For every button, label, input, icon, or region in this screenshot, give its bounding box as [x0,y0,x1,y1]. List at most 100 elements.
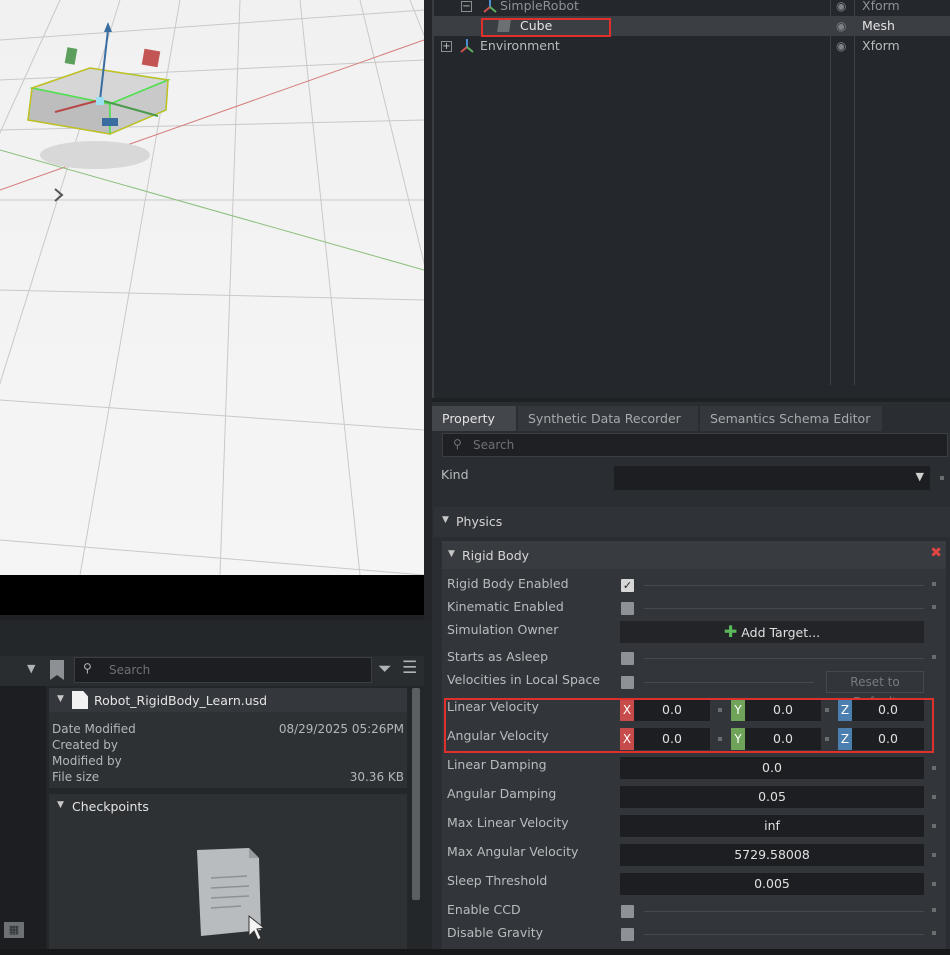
reset-dot[interactable] [932,582,936,586]
tab-synthetic-data-recorder[interactable]: Synthetic Data Recorder [518,406,698,431]
search-icon: ⚲ [83,661,92,675]
collapse-triangle-icon: ▼ [442,515,449,525]
starts-asleep-checkbox[interactable] [621,652,634,665]
bookmark-icon[interactable] [50,660,64,680]
disable-gravity-label: Disable Gravity [447,925,543,940]
add-target-label: Add Target... [741,625,821,640]
column-separator [854,0,855,385]
kinematic-enabled-checkbox[interactable] [621,602,634,615]
reset-dot[interactable] [932,908,936,912]
stage-row-environment[interactable]: + Environment ◉ Xform [434,36,950,56]
collapse-icon[interactable]: − [461,1,472,12]
divider-line [644,608,924,609]
viewport-bottom-bar [0,575,424,615]
checkpoints-header[interactable]: ▼ Checkpoints [49,794,407,818]
add-target-button[interactable]: ✚ Add Target... [620,621,924,643]
stage-row-simplerobot[interactable]: − SimpleRobot ◉ Xform [434,0,950,16]
stage-item-type: Mesh [862,18,895,33]
created-by-label: Created by [52,738,119,752]
velocities-local-label: Velocities in Local Space [447,672,601,687]
simulation-owner-label: Simulation Owner [447,622,559,637]
reset-dot[interactable] [932,824,936,828]
reset-dot[interactable] [932,931,936,935]
stage-panel: − SimpleRobot ◉ Xform Cube ◉ Mesh + Envi… [432,0,950,398]
collapse-triangle-icon: ▼ [448,549,455,559]
filter-icon[interactable]: ⏷ [378,659,392,679]
tab-property[interactable]: Property [432,406,516,431]
file-header[interactable]: ▼ Robot_RigidBody_Learn.usd [49,688,407,712]
date-modified-row: Date Modified 08/29/2025 05:26PM [52,722,404,736]
visibility-eye-icon[interactable]: ◉ [836,0,850,13]
max-angular-velocity-field[interactable]: 5729.58008 [620,844,924,866]
disable-gravity-checkbox[interactable] [621,928,634,941]
checkpoints-label: Checkpoints [72,799,149,814]
velocities-local-checkbox[interactable] [621,676,634,689]
sleep-threshold-field[interactable]: 0.005 [620,873,924,895]
reset-dot[interactable] [932,655,936,659]
panel-divider[interactable] [424,0,432,620]
file-icon [72,691,88,709]
plus-icon: ✚ [723,622,738,641]
enable-ccd-checkbox[interactable] [621,905,634,918]
reset-to-default-button[interactable]: Reset to Default [826,671,924,709]
visibility-eye-icon[interactable]: ◉ [836,19,850,33]
physics-label: Physics [456,514,503,529]
reset-dot[interactable] [932,853,936,857]
column-separator [830,0,831,385]
stage-item-type: Xform [862,0,900,13]
xform-icon [460,39,474,53]
reset-dot[interactable] [932,766,936,770]
reset-dot[interactable] [940,476,944,480]
visibility-eye-icon[interactable]: ◉ [836,39,850,53]
rigid-body-header[interactable]: ▼ Rigid Body ✖ [442,541,946,569]
created-by-row: Created by [52,738,404,752]
linear-damping-field[interactable]: 0.0 [620,757,924,779]
rigid-body-enabled-checkbox[interactable]: ✓ [621,579,634,592]
collapse-triangle-icon: ▼ [57,800,64,810]
tab-semantics-schema-editor[interactable]: Semantics Schema Editor [700,406,882,431]
file-size-row: File size 30.36 KB [52,770,404,784]
kinematic-enabled-label: Kinematic Enabled [447,599,564,614]
angular-damping-label: Angular Damping [447,786,557,801]
starts-asleep-label: Starts as Asleep [447,649,549,664]
max-angular-velocity-label: Max Angular Velocity [447,844,579,859]
viewport[interactable] [0,0,424,575]
stage-item-label: SimpleRobot [500,0,579,13]
dropdown-arrow-icon[interactable]: ▼ [27,662,35,675]
angular-damping-field[interactable]: 0.05 [620,786,924,808]
file-size-value: 30.36 KB [349,770,404,784]
divider-line [644,934,924,935]
file-name: Robot_RigidBody_Learn.usd [94,693,268,708]
max-linear-velocity-field[interactable]: inf [620,815,924,837]
content-search-input[interactable]: ⚲ Search [74,657,372,683]
chevron-down-icon: ▼ [915,470,924,483]
sleep-threshold-label: Sleep Threshold [447,873,548,888]
file-size-label: File size [52,770,100,784]
divider-line [644,682,814,683]
remove-component-icon[interactable]: ✖ [930,545,942,561]
search-placeholder: Search [473,438,515,452]
reset-dot[interactable] [932,882,936,886]
content-scrollbar[interactable] [412,688,420,900]
rigid-body-label: Rigid Body [462,548,530,563]
rigid-body-enabled-label: Rigid Body Enabled [447,576,569,591]
grid-view-icon[interactable]: ▦ [4,922,24,938]
property-search-input[interactable]: ⚲ Search [442,433,948,457]
document-placeholder-icon [197,848,266,941]
content-browser: ▼ ⏷ ☰ ⚲ Search ▦ ▼ Robot_RigidBody_Learn… [0,620,432,955]
reset-dot[interactable] [932,795,936,799]
date-modified-label: Date Modified [52,722,136,736]
reset-dot[interactable] [932,605,936,609]
modified-by-row: Modified by [52,754,404,768]
search-icon: ⚲ [453,437,462,451]
physics-section-header[interactable]: ▼ Physics [434,507,950,537]
expand-icon[interactable]: + [441,41,452,52]
divider-line [644,911,924,912]
menu-icon[interactable]: ☰ [402,658,417,678]
modified-by-label: Modified by [52,754,122,768]
kind-dropdown[interactable]: ▼ [614,466,930,490]
divider-line [644,585,924,586]
folder-tree[interactable]: ▦ [0,686,46,955]
enable-ccd-label: Enable CCD [447,902,521,917]
collapse-triangle-icon: ▼ [57,694,64,704]
